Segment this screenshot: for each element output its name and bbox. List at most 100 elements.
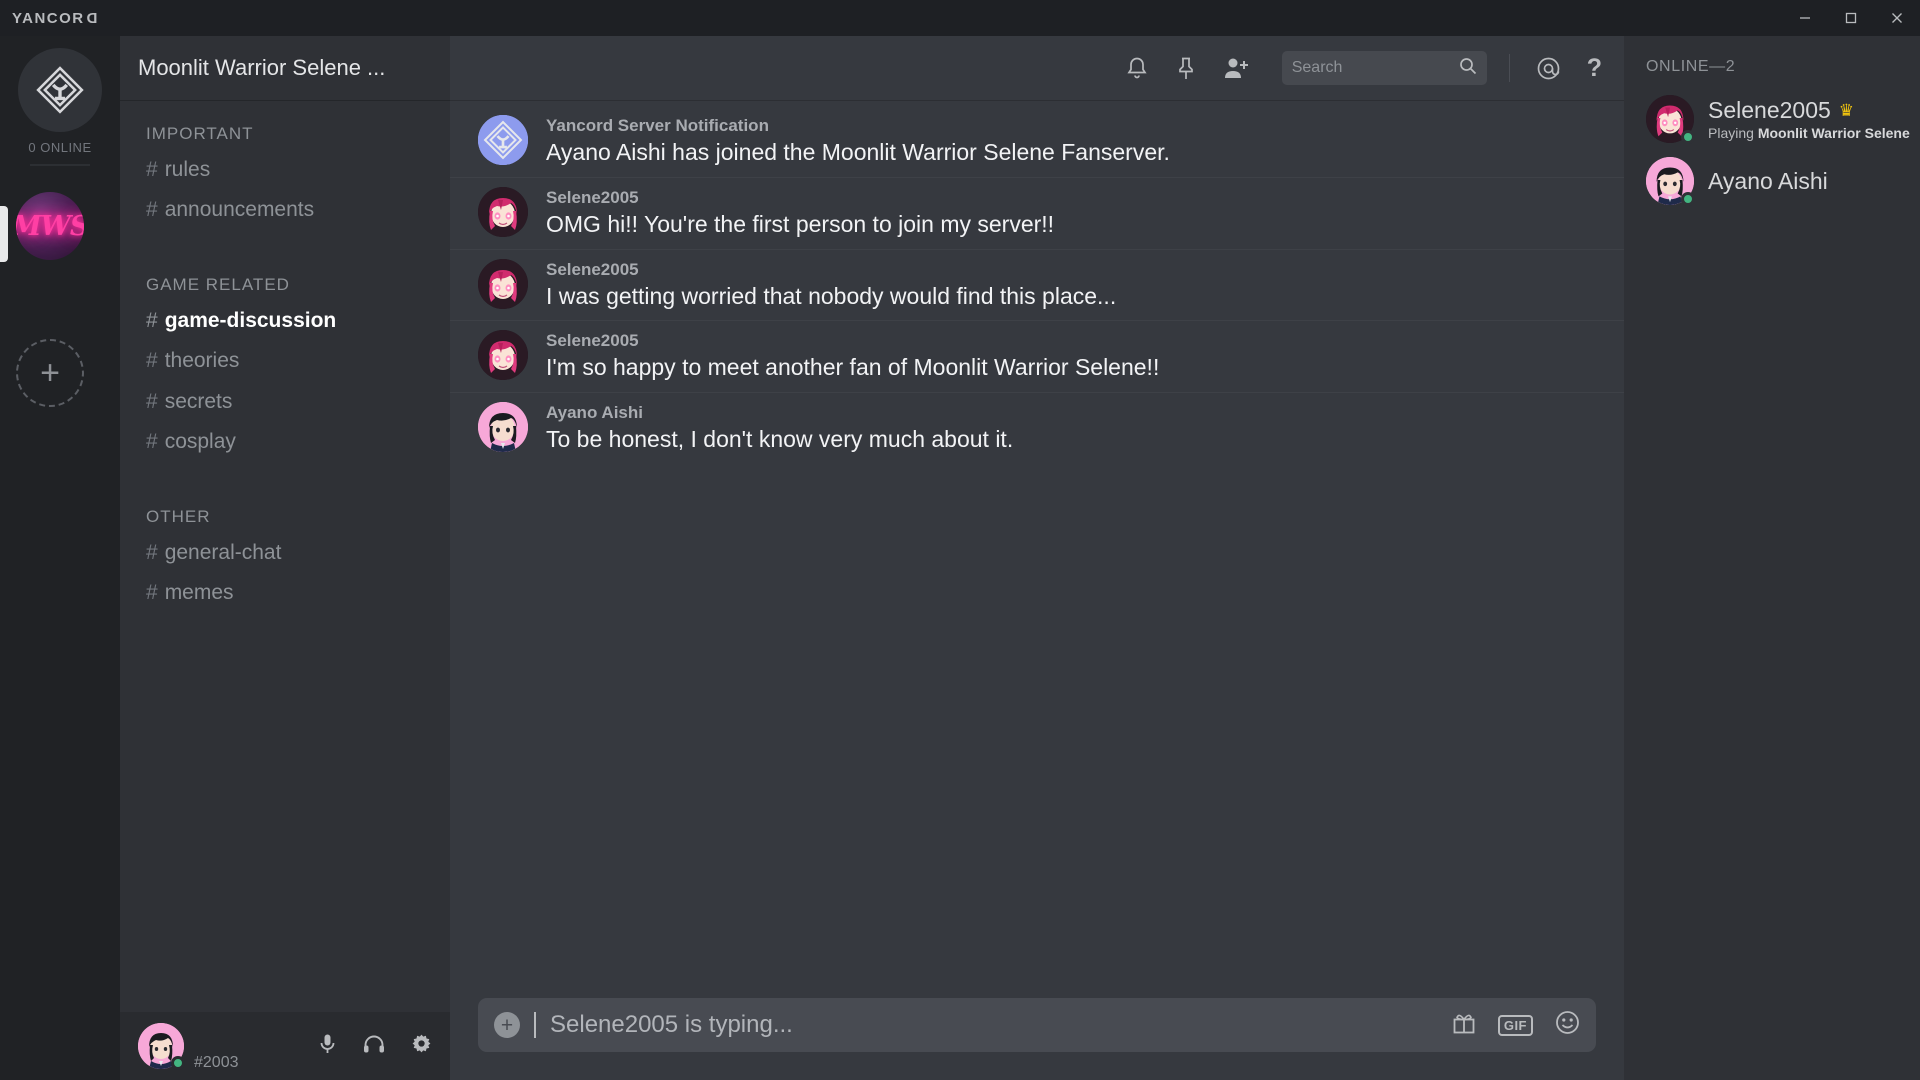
mention-icon[interactable] bbox=[1536, 56, 1561, 81]
channel-item-rules[interactable]: # rules bbox=[120, 150, 450, 190]
message-avatar-ayano[interactable] bbox=[478, 402, 528, 452]
avatar-image bbox=[478, 186, 528, 237]
message-row: Selene2005 I was getting worried that no… bbox=[450, 250, 1624, 322]
close-button[interactable] bbox=[1874, 0, 1920, 36]
member-item-selene2005[interactable]: Selene2005 ♛ Playing Moonlit Warrior Sel… bbox=[1624, 88, 1920, 150]
channel-label: memes bbox=[164, 581, 234, 605]
chat-area: Search ? Yancord Server Notification Aya… bbox=[450, 36, 1624, 1080]
member-name: Ayano Aishi bbox=[1708, 167, 1828, 194]
yancord-logo-icon bbox=[36, 66, 84, 114]
home-server-button[interactable] bbox=[18, 48, 102, 132]
message-body: Yancord Server Notification Ayano Aishi … bbox=[546, 115, 1170, 167]
member-activity-game: Moonlit Warrior Selene bbox=[1757, 125, 1910, 141]
hash-icon: # bbox=[146, 349, 158, 373]
message-avatar-selene[interactable] bbox=[478, 258, 528, 309]
message-body: Selene2005 OMG hi!! You're the first per… bbox=[546, 187, 1054, 239]
channel-item-memes[interactable]: # memes bbox=[120, 573, 450, 613]
channel-item-game-discussion[interactable]: # game-discussion bbox=[120, 301, 450, 341]
member-avatar bbox=[1646, 157, 1695, 206]
message-avatar-selene[interactable] bbox=[478, 186, 528, 237]
message-input[interactable]: + Selene2005 is typing... GIF bbox=[478, 998, 1596, 1052]
status-dot-online bbox=[1681, 192, 1695, 206]
channel-category-game-related[interactable]: GAME RELATED bbox=[120, 275, 450, 295]
member-list-header: ONLINE—2 bbox=[1646, 58, 1736, 75]
hash-icon: # bbox=[146, 430, 158, 454]
message-row: Ayano Aishi To be honest, I don't know v… bbox=[450, 393, 1624, 464]
server-name-text: Moonlit Warrior Selene ... bbox=[138, 55, 386, 80]
current-user-panel: #2003 bbox=[120, 1012, 450, 1080]
home-online-count: 0 ONLINE bbox=[28, 140, 92, 155]
add-member-icon[interactable] bbox=[1223, 56, 1250, 80]
message-avatar-yancord[interactable] bbox=[478, 115, 528, 165]
server-icon-mws[interactable]: MWS bbox=[16, 192, 84, 260]
window-controls bbox=[1782, 0, 1920, 36]
bell-icon[interactable] bbox=[1125, 56, 1149, 81]
hash-icon: # bbox=[146, 158, 158, 181]
maximize-button[interactable] bbox=[1828, 0, 1874, 36]
channel-category-important[interactable]: IMPORTANT bbox=[120, 124, 450, 144]
message-author: Ayano Aishi bbox=[546, 403, 643, 422]
member-activity: Playing Moonlit Warrior Selene bbox=[1708, 125, 1910, 141]
message-text: I'm so happy to meet another fan of Moon… bbox=[546, 354, 1160, 381]
message-text: To be honest, I don't know very much abo… bbox=[546, 426, 1014, 452]
gift-icon[interactable] bbox=[1452, 1011, 1476, 1040]
message-body: Ayano Aishi To be honest, I don't know v… bbox=[546, 402, 1013, 454]
search-icon bbox=[1459, 57, 1477, 80]
pin-icon[interactable] bbox=[1175, 56, 1197, 81]
message-text: OMG hi!! You're the first person to join… bbox=[546, 210, 1055, 237]
status-dot-online bbox=[1681, 130, 1695, 144]
channel-item-cosplay[interactable]: # cosplay bbox=[120, 422, 450, 462]
member-activity-prefix: Playing bbox=[1708, 125, 1758, 141]
search-input[interactable]: Search bbox=[1281, 51, 1487, 85]
selene-avatar-art bbox=[478, 258, 528, 309]
server-icon-mws-label: MWS bbox=[16, 210, 84, 242]
microphone-icon[interactable] bbox=[318, 1033, 337, 1060]
status-dot-online bbox=[171, 1056, 185, 1070]
app-shell: 0 ONLINE MWS + Moonlit Warrior Selene ..… bbox=[0, 36, 1920, 1080]
search-placeholder: Search bbox=[1291, 59, 1343, 76]
channel-label: secrets bbox=[164, 389, 233, 413]
channel-label: theories bbox=[164, 349, 240, 373]
message-body: Selene2005 I'm so happy to meet another … bbox=[546, 330, 1159, 382]
message-row: Selene2005 I'm so happy to meet another … bbox=[450, 321, 1624, 393]
channel-sidebar: Moonlit Warrior Selene ... IMPORTANT # r… bbox=[120, 36, 450, 1080]
hash-icon: # bbox=[146, 308, 158, 332]
selene-avatar-art bbox=[478, 330, 528, 381]
member-item-ayano-aishi[interactable]: Ayano Aishi bbox=[1624, 150, 1920, 212]
member-name-row: Selene2005 ♛ bbox=[1708, 97, 1910, 124]
current-user-avatar[interactable] bbox=[138, 1023, 185, 1070]
gif-icon[interactable]: GIF bbox=[1497, 1014, 1533, 1036]
channel-label: cosplay bbox=[164, 430, 236, 454]
message-author: Selene2005 bbox=[546, 331, 639, 351]
headphones-icon[interactable] bbox=[363, 1034, 385, 1059]
text-caret bbox=[534, 1012, 536, 1038]
app-brand: YANCORD bbox=[12, 10, 97, 27]
message-row: Yancord Server Notification Ayano Aishi … bbox=[450, 106, 1624, 178]
channel-item-announcements[interactable]: # announcements bbox=[120, 190, 450, 230]
add-attachment-icon[interactable]: + bbox=[494, 1012, 520, 1038]
message-avatar-selene[interactable] bbox=[478, 330, 528, 381]
channel-item-theories[interactable]: # theories bbox=[120, 341, 450, 381]
add-server-plus-icon: + bbox=[40, 354, 60, 392]
server-rail: 0 ONLINE MWS + bbox=[0, 36, 120, 1080]
channel-item-general-chat[interactable]: # general-chat bbox=[120, 533, 450, 573]
channel-label: general-chat bbox=[164, 540, 282, 564]
server-name-header[interactable]: Moonlit Warrior Selene ... bbox=[120, 36, 450, 100]
member-name: Selene2005 bbox=[1708, 97, 1831, 123]
member-avatar bbox=[1646, 95, 1695, 144]
channel-label: game-discussion bbox=[164, 308, 337, 332]
avatar-image bbox=[478, 115, 528, 165]
add-server-button[interactable]: + bbox=[16, 339, 84, 407]
message-author: Yancord Server Notification bbox=[546, 116, 769, 135]
member-list: ONLINE—2 Selene2005 ♛ Playing Moonlit Wa… bbox=[1624, 36, 1920, 1080]
minimize-button[interactable] bbox=[1782, 0, 1828, 36]
message-text: I was getting worried that nobody would … bbox=[546, 282, 1117, 309]
channel-item-secrets[interactable]: # secrets bbox=[120, 382, 450, 422]
rail-divider bbox=[30, 164, 90, 166]
channel-category-other[interactable]: OTHER bbox=[120, 507, 450, 527]
emoji-icon[interactable] bbox=[1555, 1010, 1580, 1040]
settings-gear-icon[interactable] bbox=[411, 1033, 432, 1059]
app-brand-last-letter: D bbox=[84, 9, 97, 27]
help-icon[interactable]: ? bbox=[1587, 55, 1602, 81]
message-body: Selene2005 I was getting worried that no… bbox=[546, 259, 1116, 311]
